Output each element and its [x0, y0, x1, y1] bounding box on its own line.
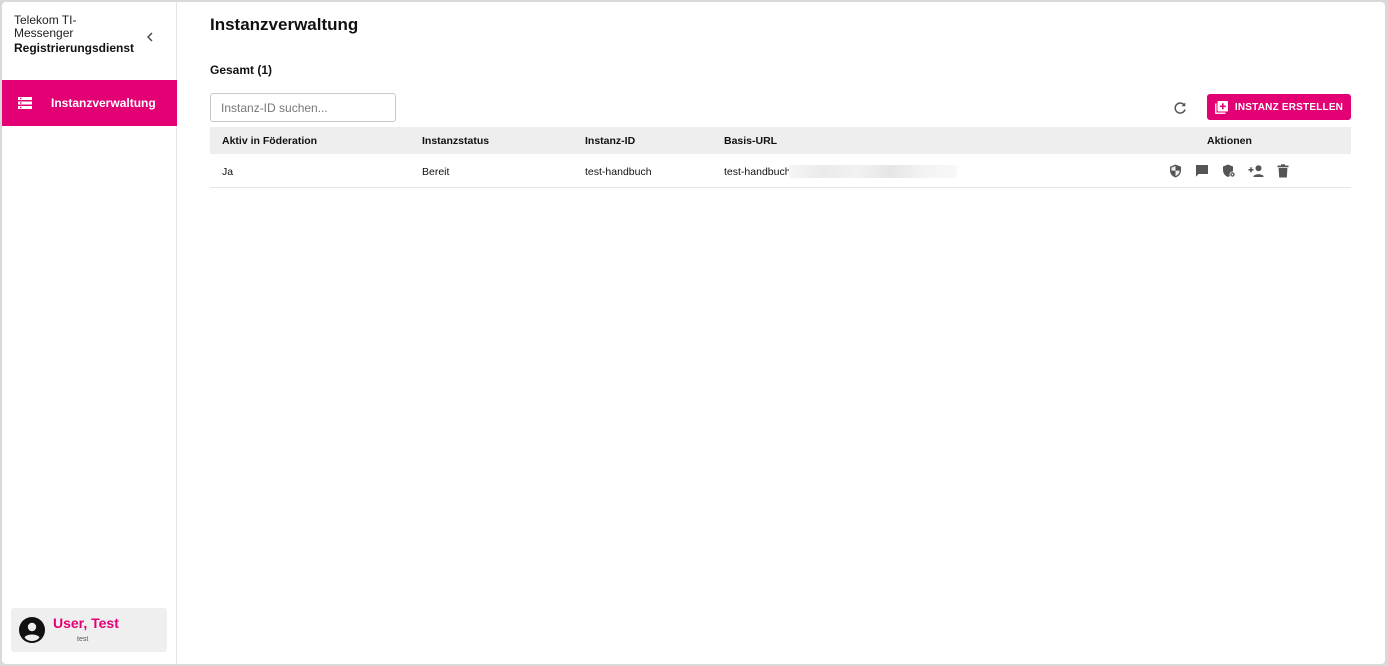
refresh-icon [1174, 102, 1186, 114]
shield-icon[interactable] [1167, 163, 1183, 179]
refresh-button[interactable] [1171, 99, 1189, 117]
column-header-instanz-id[interactable]: Instanz-ID [585, 135, 635, 147]
user-name: User, Test [53, 615, 119, 631]
add-user-icon[interactable] [1248, 163, 1264, 179]
cell-instanz-id: test-handbuch [585, 166, 652, 178]
chevron-left-icon [147, 32, 153, 42]
cell-basis-url: test-handbuch [724, 166, 791, 178]
sidebar: Telekom TI- Messenger Registrierungsdien… [2, 2, 177, 664]
user-login: test [77, 636, 89, 643]
user-profile-card[interactable]: User, Test test [11, 608, 167, 652]
search-input[interactable] [210, 93, 396, 122]
column-header-basis-url[interactable]: Basis-URL [724, 135, 777, 147]
sidebar-item-instanzverwaltung[interactable]: Instanzverwaltung [2, 80, 177, 126]
main-content: Instanzverwaltung Gesamt (1) INSTANZ ERS… [177, 2, 1385, 664]
column-header-aktionen: Aktionen [1207, 135, 1252, 147]
cell-status: Bereit [422, 166, 450, 178]
app-window: Telekom TI- Messenger Registrierungsdien… [2, 2, 1385, 664]
row-actions [1167, 163, 1291, 179]
list-icon [18, 96, 32, 110]
shield-settings-icon[interactable] [1221, 163, 1237, 179]
sidebar-item-label: Instanzverwaltung [51, 96, 156, 110]
create-instance-label: INSTANZ ERSTELLEN [1234, 101, 1344, 113]
brand: Telekom TI- Messenger Registrierungsdien… [2, 2, 176, 79]
table-row[interactable]: Ja Bereit test-handbuch test-handbuch [210, 154, 1351, 188]
message-icon[interactable] [1194, 163, 1210, 179]
page-title: Instanzverwaltung [210, 15, 359, 34]
cell-aktiv: Ja [222, 166, 234, 178]
instances-table: Aktiv in Föderation Instanzstatus Instan… [210, 127, 1351, 188]
account-circle-icon [19, 617, 45, 643]
column-header-aktiv[interactable]: Aktiv in Föderation [222, 135, 317, 147]
delete-icon[interactable] [1275, 163, 1291, 179]
add-box-icon [1214, 100, 1228, 114]
total-count: Gesamt (1) [210, 63, 273, 77]
table-header: Aktiv in Föderation Instanzstatus Instan… [210, 127, 1351, 154]
column-header-status[interactable]: Instanzstatus [422, 135, 489, 147]
collapse-sidebar-button[interactable] [143, 28, 157, 46]
redacted-url-blur [789, 165, 957, 178]
create-instance-button[interactable]: INSTANZ ERSTELLEN [1207, 94, 1351, 120]
